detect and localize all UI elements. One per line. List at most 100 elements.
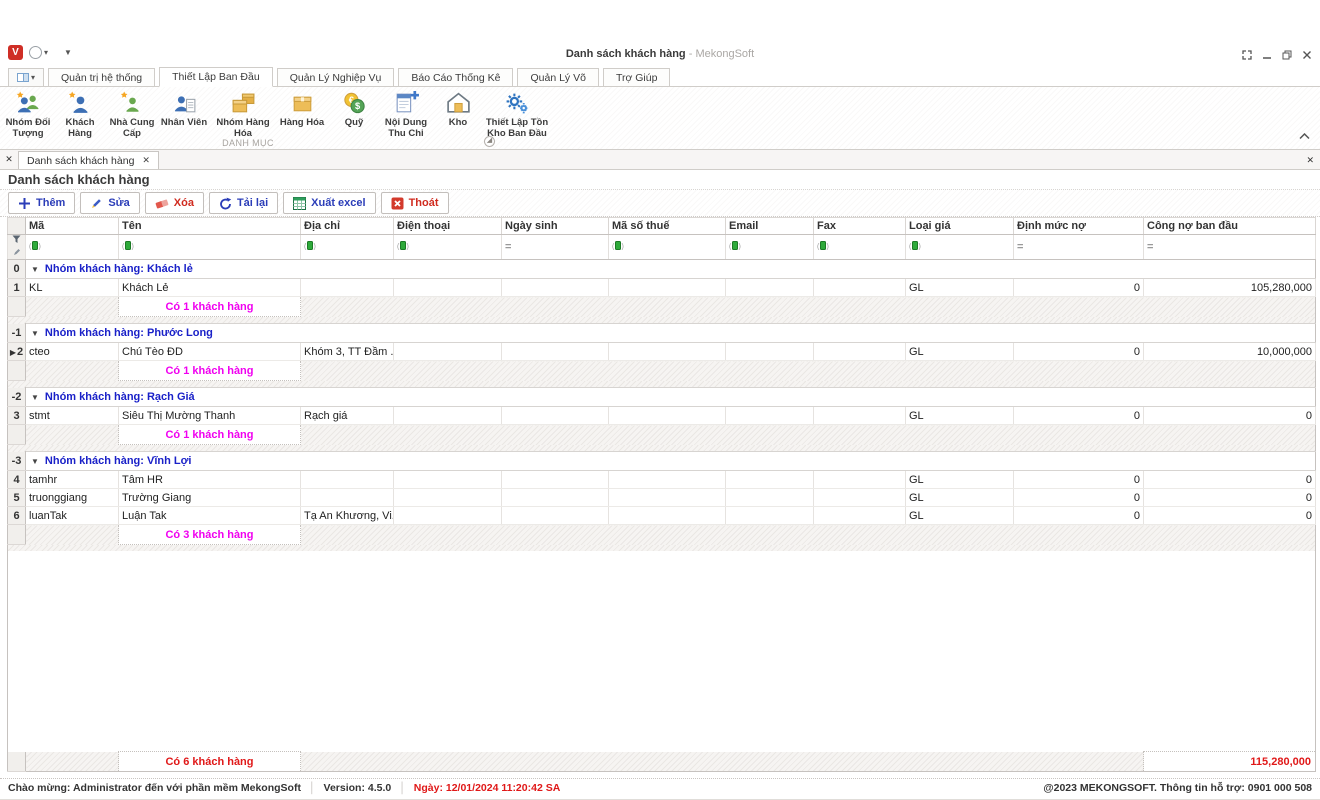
cell[interactable] xyxy=(814,279,906,297)
cell[interactable] xyxy=(609,407,726,425)
cell[interactable]: Chú Tèo ĐD xyxy=(119,343,301,361)
cell[interactable]: GL xyxy=(906,279,1014,297)
cell[interactable]: KL xyxy=(26,279,119,297)
collapse-caret-icon[interactable]: ▼ xyxy=(31,393,39,402)
cell[interactable]: GL xyxy=(906,471,1014,489)
close-panel-icon[interactable]: ✕ xyxy=(1306,155,1314,166)
column-header-10[interactable]: Công nợ ban đầu xyxy=(1144,218,1316,235)
cell[interactable] xyxy=(726,407,814,425)
cell[interactable] xyxy=(814,407,906,425)
table-row[interactable]: 1KLKhách LẻGL0105,280,000 xyxy=(8,279,1316,297)
cell[interactable]: 0 xyxy=(1014,343,1144,361)
filter-cell-4[interactable]: = xyxy=(502,235,609,260)
ribbon-item-initial-stock[interactable]: Thiết Lập Tồn Kho Ban Đầu xyxy=(484,89,550,140)
cell[interactable]: GL xyxy=(906,489,1014,507)
cell[interactable] xyxy=(814,489,906,507)
cell[interactable] xyxy=(394,407,502,425)
cell[interactable] xyxy=(502,489,609,507)
ribbon-item-warehouse[interactable]: Kho xyxy=(432,89,484,129)
cell[interactable] xyxy=(814,507,906,525)
column-header-6[interactable]: Email xyxy=(726,218,814,235)
document-tab-active[interactable]: Danh sách khách hàng ✕ xyxy=(18,151,159,169)
ribbon-item-fund[interactable]: €$Quỹ xyxy=(328,89,380,129)
table-row[interactable]: 3stmtSiêu Thị Mường ThanhRạch giáGL00 xyxy=(8,407,1316,425)
column-header-3[interactable]: Điện thoại xyxy=(394,218,502,235)
cell[interactable]: 10,000,000 xyxy=(1144,343,1316,361)
cell[interactable] xyxy=(394,471,502,489)
cell[interactable] xyxy=(301,471,394,489)
column-header-0[interactable]: Mã xyxy=(26,218,119,235)
filter-cell-2[interactable]: () xyxy=(301,235,394,260)
filter-cell-10[interactable]: = xyxy=(1144,235,1316,260)
dialog-launcher-icon[interactable]: ◢ xyxy=(484,136,495,147)
add-button[interactable]: Thêm xyxy=(8,192,75,214)
cell[interactable] xyxy=(394,279,502,297)
filter-cell-6[interactable]: () xyxy=(726,235,814,260)
cell[interactable] xyxy=(814,343,906,361)
cell[interactable]: stmt xyxy=(26,407,119,425)
cell[interactable] xyxy=(394,507,502,525)
table-row[interactable]: ▶2cteoChú Tèo ĐDKhóm 3, TT Đầm ...GL010,… xyxy=(8,343,1316,361)
ribbon-tab-reports[interactable]: Báo Cáo Thống Kê xyxy=(398,68,513,87)
cell[interactable]: Trường Giang xyxy=(119,489,301,507)
collapse-caret-icon[interactable]: ▼ xyxy=(31,329,39,338)
ribbon-item-employee[interactable]: Nhân Viên xyxy=(158,89,210,129)
cell[interactable] xyxy=(609,471,726,489)
ribbon-tab-operations[interactable]: Quản Lý Nghiệp Vụ xyxy=(277,68,395,87)
cell[interactable]: truonggiang xyxy=(26,489,119,507)
column-header-9[interactable]: Định mức nợ xyxy=(1014,218,1144,235)
table-row[interactable]: 4tamhrTâm HRGL00 xyxy=(8,471,1316,489)
column-header-7[interactable]: Fax xyxy=(814,218,906,235)
close-tab-icon[interactable]: ✕ xyxy=(142,155,150,166)
cell[interactable]: 0 xyxy=(1144,471,1316,489)
column-header-5[interactable]: Mã số thuế xyxy=(609,218,726,235)
cell[interactable] xyxy=(726,279,814,297)
cell[interactable] xyxy=(394,489,502,507)
cell[interactable]: GL xyxy=(906,343,1014,361)
fit-window-icon[interactable] xyxy=(1242,50,1252,60)
export-excel-button[interactable]: Xuất excel xyxy=(283,192,375,214)
cell[interactable]: 0 xyxy=(1144,507,1316,525)
cell[interactable] xyxy=(502,279,609,297)
cell[interactable] xyxy=(609,489,726,507)
cell[interactable]: GL xyxy=(906,507,1014,525)
filter-cell-7[interactable]: () xyxy=(814,235,906,260)
cell[interactable]: Rạch giá xyxy=(301,407,394,425)
cell[interactable] xyxy=(726,471,814,489)
cell[interactable] xyxy=(502,507,609,525)
filter-cell-5[interactable]: () xyxy=(609,235,726,260)
group-row[interactable]: -2▼Nhóm khách hàng: Rạch Giá xyxy=(8,388,1316,407)
cell[interactable] xyxy=(502,407,609,425)
panel-switch-button[interactable]: ▾ xyxy=(8,68,44,87)
table-row[interactable]: 5truonggiangTrường GiangGL00 xyxy=(8,489,1316,507)
group-row[interactable]: 0▼Nhóm khách hàng: Khách lẻ xyxy=(8,260,1316,279)
collapse-caret-icon[interactable]: ▼ xyxy=(31,457,39,466)
cell[interactable] xyxy=(726,489,814,507)
cell[interactable]: 0 xyxy=(1014,507,1144,525)
cell[interactable]: Luận Tak xyxy=(119,507,301,525)
group-row[interactable]: -3▼Nhóm khách hàng: Vĩnh Lợi xyxy=(8,452,1316,471)
cell[interactable] xyxy=(301,279,394,297)
cell[interactable] xyxy=(726,343,814,361)
column-header-1[interactable]: Tên xyxy=(119,218,301,235)
ribbon-item-product[interactable]: Hàng Hóa xyxy=(276,89,328,129)
filter-cell-8[interactable]: () xyxy=(906,235,1014,260)
reload-button[interactable]: Tải lại xyxy=(209,192,278,214)
close-icon[interactable] xyxy=(1302,50,1312,60)
cell[interactable] xyxy=(609,507,726,525)
cell[interactable]: cteo xyxy=(26,343,119,361)
table-row[interactable]: 6luanTakLuận TakTạ An Khương, Vi...GL00 xyxy=(8,507,1316,525)
cell[interactable]: Tâm HR xyxy=(119,471,301,489)
ribbon-collapse-icon[interactable] xyxy=(1299,131,1310,143)
cell[interactable]: Tạ An Khương, Vi... xyxy=(301,507,394,525)
cell[interactable]: GL xyxy=(906,407,1014,425)
cell[interactable]: Khóm 3, TT Đầm ... xyxy=(301,343,394,361)
ribbon-tab-system[interactable]: Quản trị hệ thống xyxy=(48,68,155,87)
ribbon-tab-management[interactable]: Quản Lý Võ xyxy=(517,68,598,87)
cell[interactable] xyxy=(609,343,726,361)
ribbon-item-group-objects[interactable]: Nhóm Đối Tượng xyxy=(2,89,54,140)
cell[interactable] xyxy=(726,507,814,525)
cell[interactable] xyxy=(394,343,502,361)
filter-cell-1[interactable]: () xyxy=(119,235,301,260)
filter-cell-9[interactable]: = xyxy=(1014,235,1144,260)
